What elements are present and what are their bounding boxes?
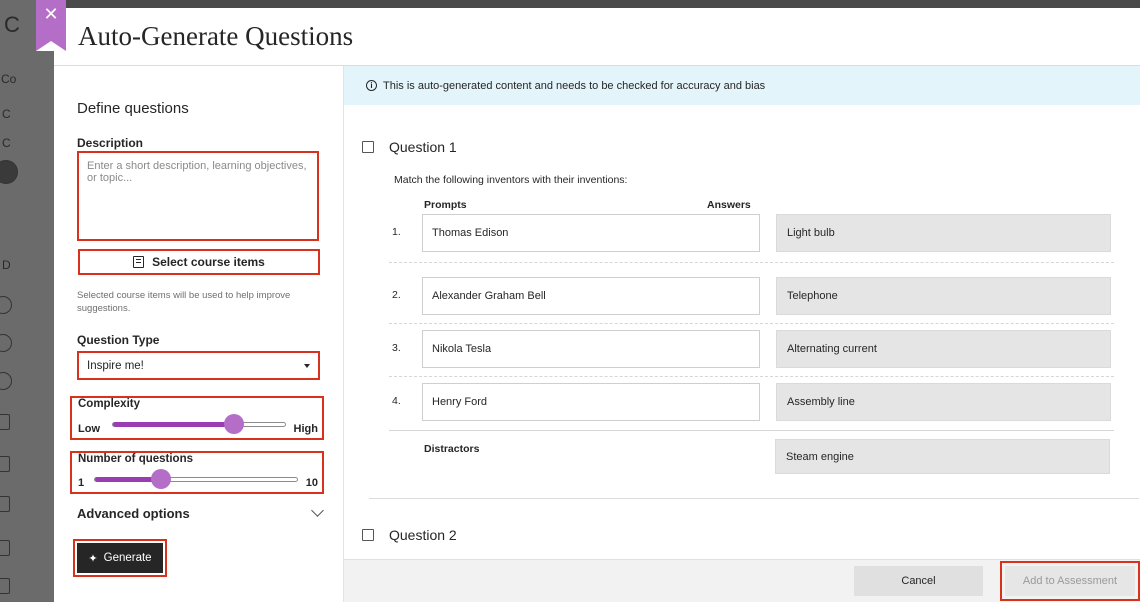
row-divider [389, 323, 1114, 324]
add-to-assessment-highlight: Add to Assessment [1000, 561, 1140, 601]
generated-content-panel: i This is auto-generated content and nee… [344, 66, 1140, 602]
match-pair-row: 3. Nikola Tesla Alternating current [389, 330, 1119, 370]
complexity-slider-fill [113, 422, 235, 427]
background-file-icon [0, 578, 10, 594]
match-pair-row: 1. Thomas Edison Light bulb [389, 214, 1119, 254]
complexity-label: Complexity [78, 398, 140, 410]
generate-button-highlight: ✦ Generate [73, 539, 167, 577]
match-pair-row: 4. Henry Ford Assembly line [389, 383, 1119, 423]
dialog-footer: Cancel Add to Assessment [344, 559, 1140, 602]
prompt-field[interactable]: Alexander Graham Bell [422, 277, 760, 315]
window-top-strip [0, 0, 1140, 8]
close-dialog-tab[interactable]: ✕ [36, 0, 66, 51]
question-1-title: Question 1 [389, 139, 457, 155]
background-clock-icon [0, 334, 12, 352]
distractors-divider [389, 430, 1114, 431]
question-1-instruction: Match the following inventors with their… [394, 174, 628, 186]
background-letter: C [4, 12, 20, 37]
select-course-items-button[interactable]: Select course items [78, 249, 320, 275]
dialog-header: Auto-Generate Questions [54, 8, 1140, 66]
description-textarea[interactable] [79, 153, 317, 239]
complexity-slider-track[interactable] [112, 422, 286, 427]
chevron-down-icon [311, 504, 324, 517]
advanced-options-label: Advanced options [77, 506, 190, 521]
question-1-checkbox[interactable] [362, 141, 374, 153]
background-letter: D [2, 258, 11, 272]
description-label: Description [77, 136, 144, 150]
question-2-title: Question 2 [389, 527, 457, 543]
course-items-helper-text: Selected course items will be used to he… [77, 290, 291, 314]
document-icon [133, 256, 145, 268]
number-of-questions-label: Number of questions [78, 453, 194, 465]
background-link-icon [0, 540, 10, 556]
define-questions-panel: Define questions Description Select cour… [54, 66, 344, 602]
complexity-slider-group: Complexity Low High [70, 396, 324, 440]
complexity-min-label: Low [78, 423, 100, 435]
background-search-icon [0, 296, 12, 314]
number-of-questions-max-label: 10 [305, 477, 318, 489]
close-icon[interactable]: ✕ [36, 4, 66, 24]
generate-button[interactable]: ✦ Generate [77, 543, 163, 573]
question-type-value: Inspire me! [87, 359, 144, 372]
prompt-field[interactable]: Thomas Edison [422, 214, 760, 252]
background-letter: C [2, 107, 11, 121]
background-page: C Co C C D [0, 0, 54, 602]
answer-field[interactable]: Alternating current [776, 330, 1111, 368]
pair-number: 1. [392, 226, 401, 238]
question-separator [369, 498, 1139, 499]
complexity-slider-thumb[interactable] [223, 414, 244, 434]
answer-field[interactable]: Telephone [776, 277, 1111, 315]
distractors-label: Distractors [424, 443, 480, 455]
info-icon: i [366, 80, 377, 91]
cancel-button[interactable]: Cancel [854, 566, 983, 596]
accuracy-info-banner: i This is auto-generated content and nee… [344, 66, 1140, 105]
answers-column-header: Answers [707, 199, 751, 211]
number-of-questions-slider-thumb[interactable] [151, 469, 172, 489]
background-letter: Co [1, 72, 17, 86]
background-doc-icon [0, 496, 10, 512]
auto-generate-dialog: Auto-Generate Questions Define questions… [54, 8, 1140, 602]
advanced-options-toggle[interactable]: Advanced options [77, 504, 324, 521]
background-chart-icon [0, 414, 10, 430]
dialog-title: Auto-Generate Questions [78, 21, 354, 51]
define-questions-heading: Define questions [77, 100, 189, 117]
pair-number: 3. [392, 342, 401, 354]
sparkle-icon: ✦ [88, 552, 98, 565]
prompts-column-header: Prompts [424, 199, 467, 211]
generate-label: Generate [103, 552, 152, 564]
background-letter: C [2, 136, 11, 150]
description-field-highlight [77, 151, 319, 241]
banner-text: This is auto-generated content and needs… [383, 79, 766, 92]
number-of-questions-slider-track[interactable] [94, 477, 298, 482]
select-course-items-label: Select course items [152, 255, 265, 269]
pair-number: 4. [392, 395, 401, 407]
pair-number: 2. [392, 289, 401, 301]
row-divider [389, 262, 1114, 263]
question-2-header: Question 2 [362, 527, 457, 543]
add-to-assessment-button[interactable]: Add to Assessment [1005, 566, 1135, 596]
background-avatar [0, 160, 18, 184]
prompt-field[interactable]: Nikola Tesla [422, 330, 760, 368]
answer-field[interactable]: Assembly line [776, 383, 1111, 421]
question-type-select[interactable]: Inspire me! [77, 351, 320, 380]
prompt-field[interactable]: Henry Ford [422, 383, 760, 421]
background-check-icon [0, 372, 12, 390]
distractor-field[interactable]: Steam engine [775, 439, 1110, 474]
complexity-max-label: High [293, 423, 318, 435]
number-of-questions-slider-group: Number of questions 1 10 [70, 451, 324, 494]
chevron-down-icon [304, 364, 310, 368]
background-lock-icon [0, 456, 10, 472]
answer-field[interactable]: Light bulb [776, 214, 1111, 252]
question-type-label: Question Type [77, 333, 160, 347]
question-2-checkbox[interactable] [362, 529, 374, 541]
number-of-questions-min-label: 1 [78, 477, 85, 489]
question-1-header: Question 1 [362, 139, 457, 155]
row-divider [389, 376, 1114, 377]
match-pair-row: 2. Alexander Graham Bell Telephone [389, 277, 1119, 317]
